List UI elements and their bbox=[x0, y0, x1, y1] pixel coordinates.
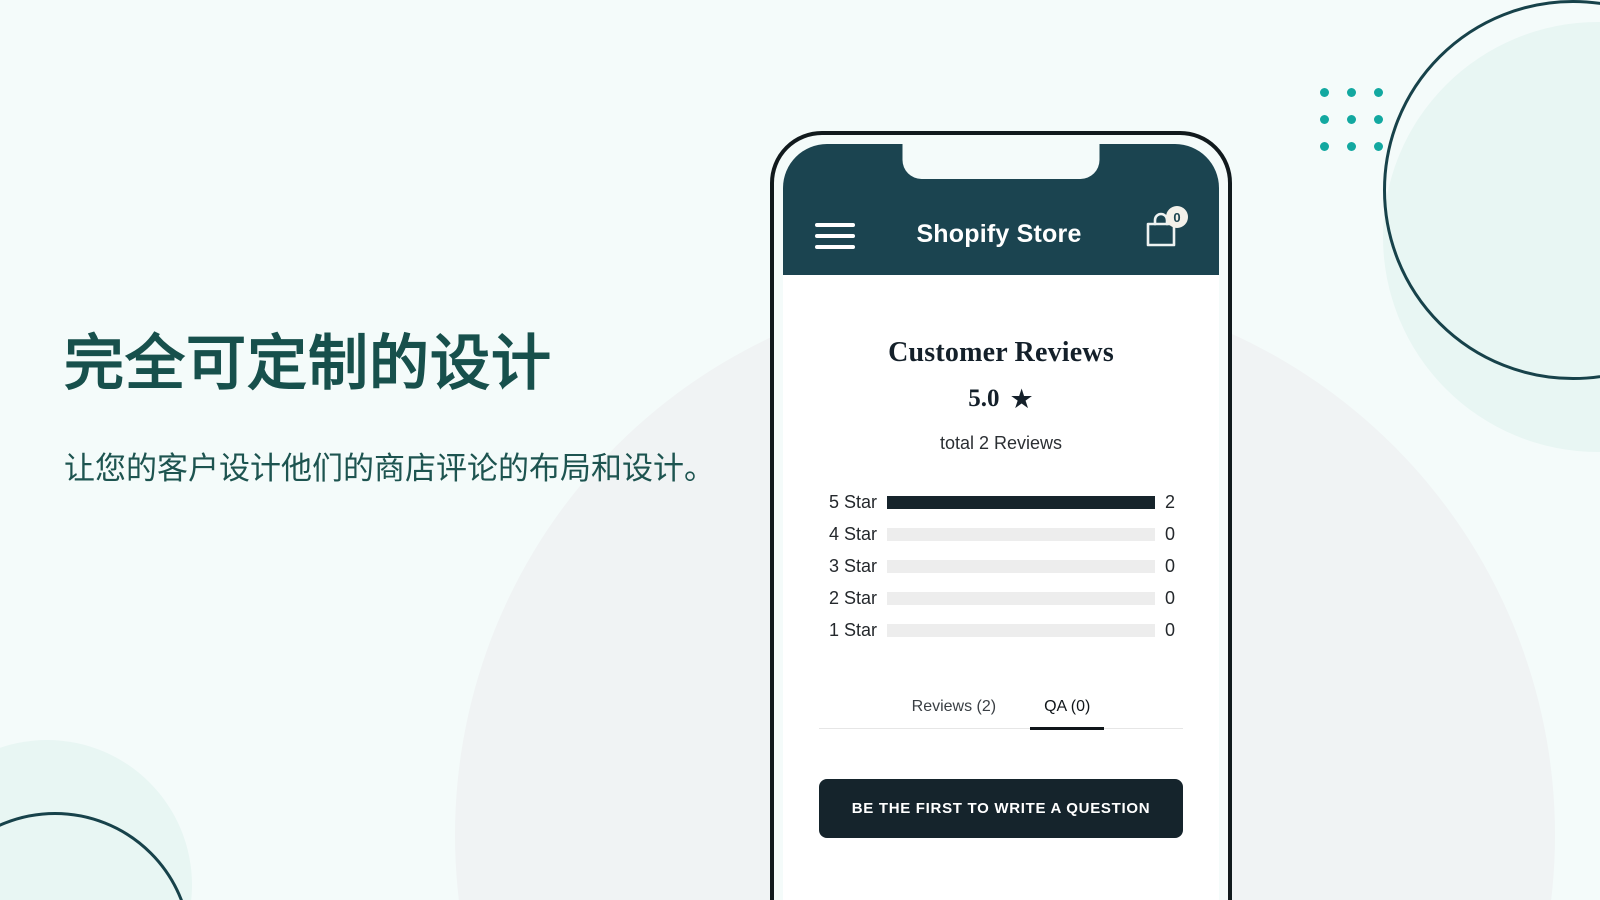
rating-value: 5.0 bbox=[968, 385, 1000, 412]
total-reviews-count: total 2 Reviews bbox=[939, 433, 1063, 453]
customer-reviews-title: Customer Reviews bbox=[888, 337, 1114, 368]
dot-grid-icon bbox=[1320, 88, 1383, 151]
tab-reviews[interactable]: Reviews (2) bbox=[898, 694, 1010, 730]
rating-bar-row[interactable]: 1 Star 0 bbox=[819, 614, 1183, 646]
rating-bar-label: 4 Star bbox=[828, 523, 877, 544]
rating-bar-label: 1 Star bbox=[828, 619, 877, 640]
rating-bar-count: 0 bbox=[1165, 619, 1176, 640]
rating-bar-row[interactable]: 2 Star 0 bbox=[819, 582, 1183, 614]
cart-count-badge: 0 bbox=[1166, 206, 1188, 228]
rating-bar-row[interactable]: 4 Star 0 bbox=[819, 518, 1183, 550]
star-icon: ★ bbox=[1009, 383, 1034, 414]
tab-qa[interactable]: QA (0) bbox=[1030, 694, 1105, 730]
phone-mockup: Shopify Store 0 Customer Reviews 5.0 ★ t… bbox=[770, 131, 1232, 900]
review-tabs: Reviews (2) QA (0) bbox=[819, 694, 1183, 730]
app-body: Customer Reviews 5.0 ★ total 2 Reviews 5… bbox=[783, 337, 1219, 838]
rating-bar-track bbox=[887, 559, 1155, 573]
marketing-copy: 完全可定制的设计 让您的客户设计他们的商店评论的布局和设计。 bbox=[64, 330, 754, 492]
page-subtitle: 让您的客户设计他们的商店评论的布局和设计。 bbox=[64, 451, 715, 487]
rating-bar-track bbox=[887, 495, 1155, 509]
phone-screen: Shopify Store 0 Customer Reviews 5.0 ★ t… bbox=[783, 144, 1219, 900]
rating-bar-row[interactable]: 5 Star 2 bbox=[819, 486, 1183, 518]
rating-bar-label: 5 Star bbox=[828, 491, 877, 512]
rating-bar-row[interactable]: 3 Star 0 bbox=[819, 550, 1183, 582]
rating-bar-label: 2 Star bbox=[828, 587, 877, 608]
rating-breakdown-chart: 5 Star 2 4 Star 0 3 Star 0 2 Star 0 1 Star 0 bbox=[819, 486, 1183, 646]
rating-bar-track bbox=[887, 527, 1155, 541]
rating-bar-count: 0 bbox=[1165, 523, 1176, 544]
average-rating: 5.0 ★ bbox=[819, 385, 1183, 413]
rating-bar-track bbox=[887, 591, 1155, 605]
rating-bar-track bbox=[887, 623, 1155, 637]
rating-bar-fill bbox=[887, 495, 1155, 509]
rating-bar-count: 0 bbox=[1165, 587, 1176, 608]
hamburger-menu-icon[interactable] bbox=[815, 223, 855, 249]
app-header: Shopify Store 0 bbox=[783, 144, 1219, 275]
store-title: Shopify Store bbox=[916, 220, 1082, 248]
phone-notch bbox=[902, 144, 1100, 179]
rating-bar-count: 2 bbox=[1165, 491, 1176, 512]
rating-bar-label: 3 Star bbox=[828, 555, 877, 576]
write-question-button[interactable]: BE THE FIRST TO WRITE A QUESTION bbox=[819, 779, 1183, 838]
page-title: 完全可定制的设计 bbox=[64, 330, 552, 397]
rating-bar-count: 0 bbox=[1165, 555, 1176, 576]
shopping-bag-icon[interactable]: 0 bbox=[1143, 206, 1188, 249]
